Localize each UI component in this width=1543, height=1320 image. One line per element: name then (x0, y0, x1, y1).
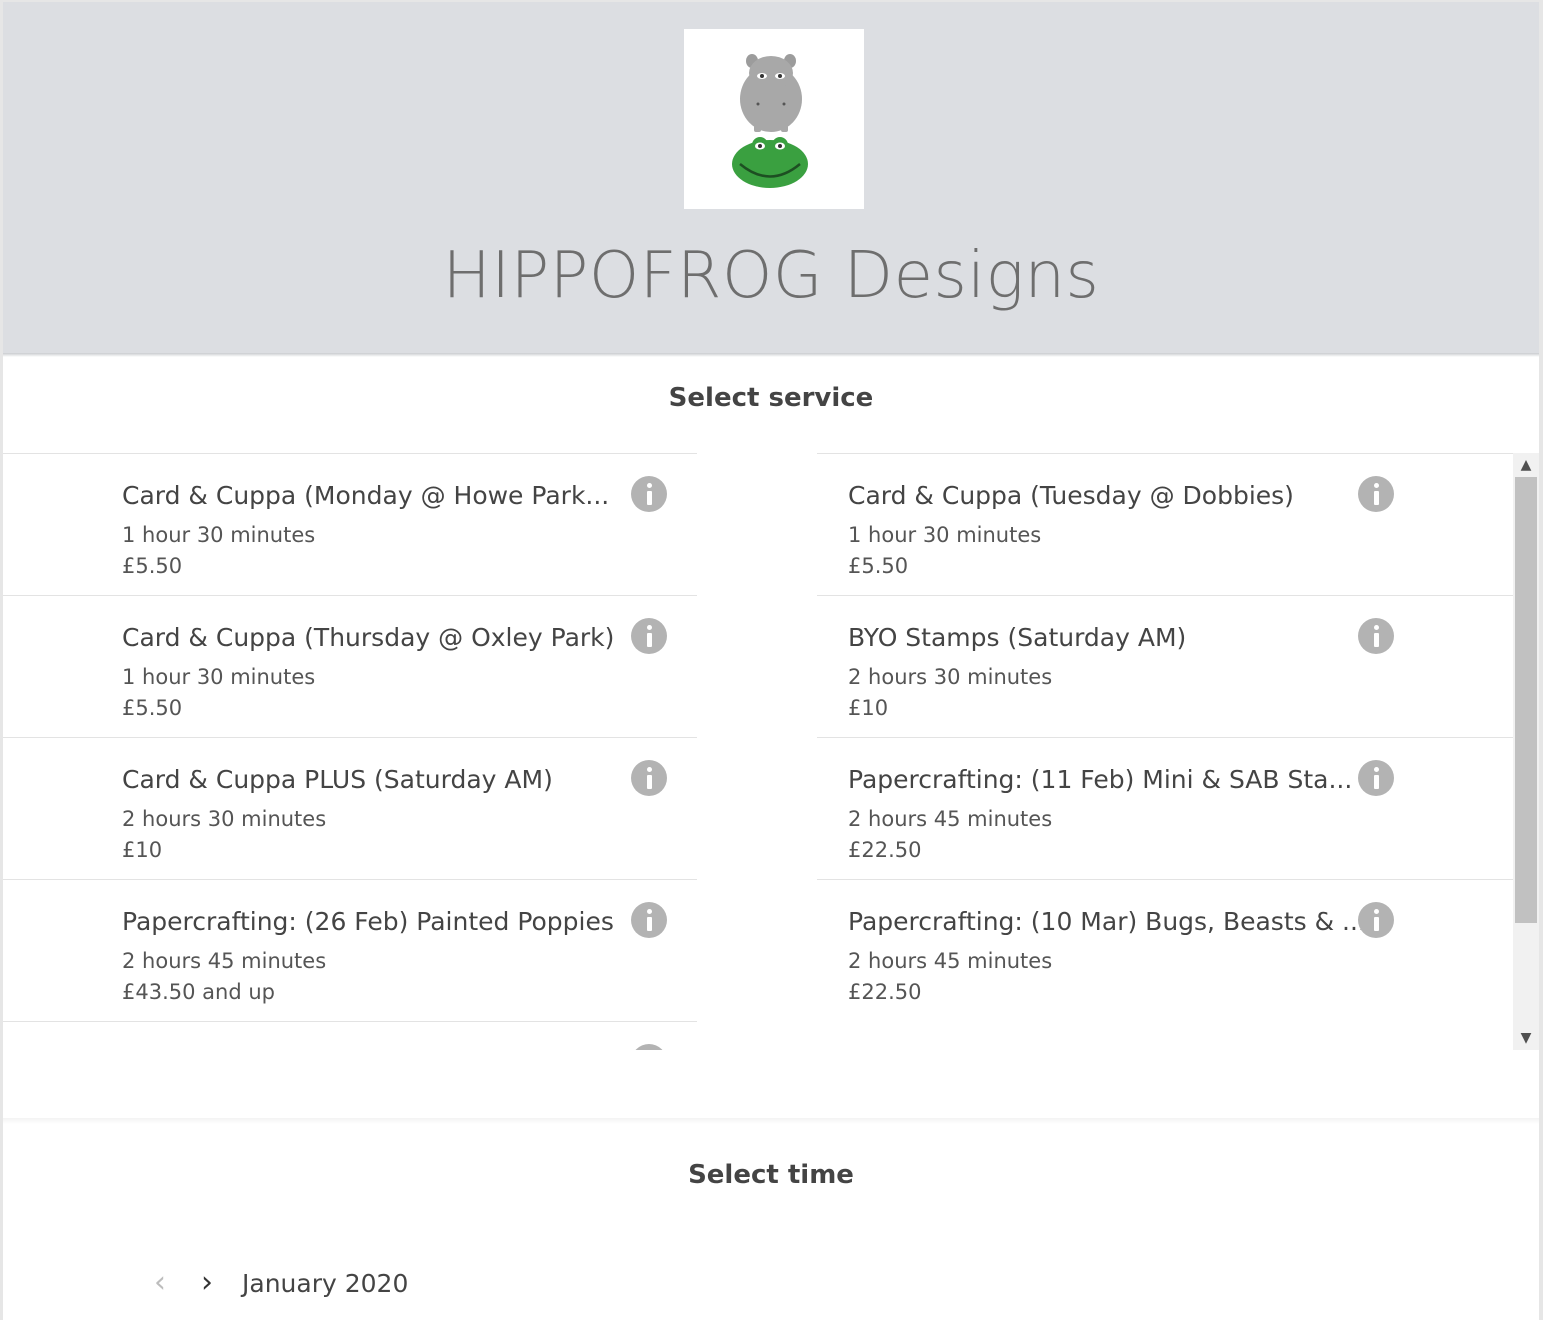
service-duration: 2 hours 45 minutes (122, 949, 327, 973)
info-icon[interactable] (1358, 476, 1394, 512)
info-icon[interactable] (631, 760, 667, 796)
info-icon[interactable] (1358, 618, 1394, 654)
service-card-byo-stamps[interactable]: BYO Stamps (Saturday AM) 2 hours 30 minu… (817, 595, 1513, 736)
service-price: £43.50 and up (122, 980, 275, 1004)
service-name: Papercrafting: (26 Feb) Painted Poppies (122, 907, 614, 936)
service-card-mini-sab[interactable]: Papercrafting: (11 Feb) Mini & SAB Sta..… (817, 737, 1513, 878)
select-service-heading: Select service (668, 383, 874, 413)
header-shadow (3, 353, 1539, 357)
service-duration: 2 hours 45 minutes (848, 807, 1053, 831)
scroll-down-arrow-icon[interactable]: ▼ (1513, 1026, 1539, 1050)
service-price: £5.50 (848, 554, 909, 578)
service-duration: 2 hours 45 minutes (848, 949, 1053, 973)
service-card-bugs-beasts[interactable]: Papercrafting: (10 Mar) Bugs, Beasts & .… (817, 879, 1513, 1020)
service-duration: 1 hour 30 minutes (122, 665, 316, 689)
service-name: Papercrafting: (11 Feb) Mini & SAB Sta..… (848, 765, 1353, 794)
service-card-painted-poppies[interactable]: Papercrafting: (26 Feb) Painted Poppies … (3, 879, 697, 1020)
service-card-next-partial[interactable] (3, 1021, 697, 1050)
service-name: BYO Stamps (Saturday AM) (848, 623, 1187, 652)
service-duration: 1 hour 30 minutes (122, 523, 316, 547)
service-duration: 1 hour 30 minutes (848, 523, 1042, 547)
service-price: £10 (848, 696, 889, 720)
service-duration: 2 hours 30 minutes (848, 665, 1053, 689)
service-list: Card & Cuppa (Monday @ Howe Park... 1 ho… (3, 453, 1513, 1050)
service-price: £10 (122, 838, 163, 862)
next-month-chevron-icon[interactable]: › (192, 1266, 222, 1302)
scroll-thumb[interactable] (1515, 477, 1537, 923)
info-icon[interactable] (1358, 902, 1394, 938)
service-price: £22.50 (848, 838, 922, 862)
info-icon[interactable] (1358, 760, 1394, 796)
service-duration: 2 hours 30 minutes (122, 807, 327, 831)
calendar-month-label: January 2020 (242, 1269, 409, 1298)
service-name: Card & Cuppa (Thursday @ Oxley Park) (122, 623, 615, 652)
service-price: £5.50 (122, 554, 183, 578)
info-icon[interactable] (631, 476, 667, 512)
section-divider (3, 1118, 1539, 1124)
info-icon[interactable] (631, 618, 667, 654)
service-card-cuppa-plus[interactable]: Card & Cuppa PLUS (Saturday AM) 2 hours … (3, 737, 697, 878)
select-time-heading: Select time (688, 1160, 854, 1190)
service-card-oxley-park[interactable]: Card & Cuppa (Thursday @ Oxley Park) 1 h… (3, 595, 697, 736)
service-price: £5.50 (122, 696, 183, 720)
service-name: Card & Cuppa (Monday @ Howe Park... (122, 481, 610, 510)
previous-month-chevron-icon[interactable]: ‹ (145, 1266, 175, 1302)
service-card-dobbies[interactable]: Card & Cuppa (Tuesday @ Dobbies) 1 hour … (817, 453, 1513, 594)
site-title: HIPPOFROG Designs (442, 239, 1100, 313)
scroll-up-arrow-icon[interactable]: ▲ (1513, 453, 1539, 477)
service-price: £22.50 (848, 980, 922, 1004)
service-name: Papercrafting: (10 Mar) Bugs, Beasts & .… (848, 907, 1366, 936)
site-header: HIPPOFROG Designs (3, 2, 1539, 353)
service-card-howe-park[interactable]: Card & Cuppa (Monday @ Howe Park... 1 ho… (3, 453, 697, 594)
service-list-scrollbar[interactable]: ▲ ▼ (1513, 453, 1539, 1050)
hippo-frog-logo (684, 29, 864, 209)
service-name: Card & Cuppa (Tuesday @ Dobbies) (848, 481, 1294, 510)
info-icon[interactable] (631, 1044, 667, 1050)
service-name: Card & Cuppa PLUS (Saturday AM) (122, 765, 553, 794)
info-icon[interactable] (631, 902, 667, 938)
